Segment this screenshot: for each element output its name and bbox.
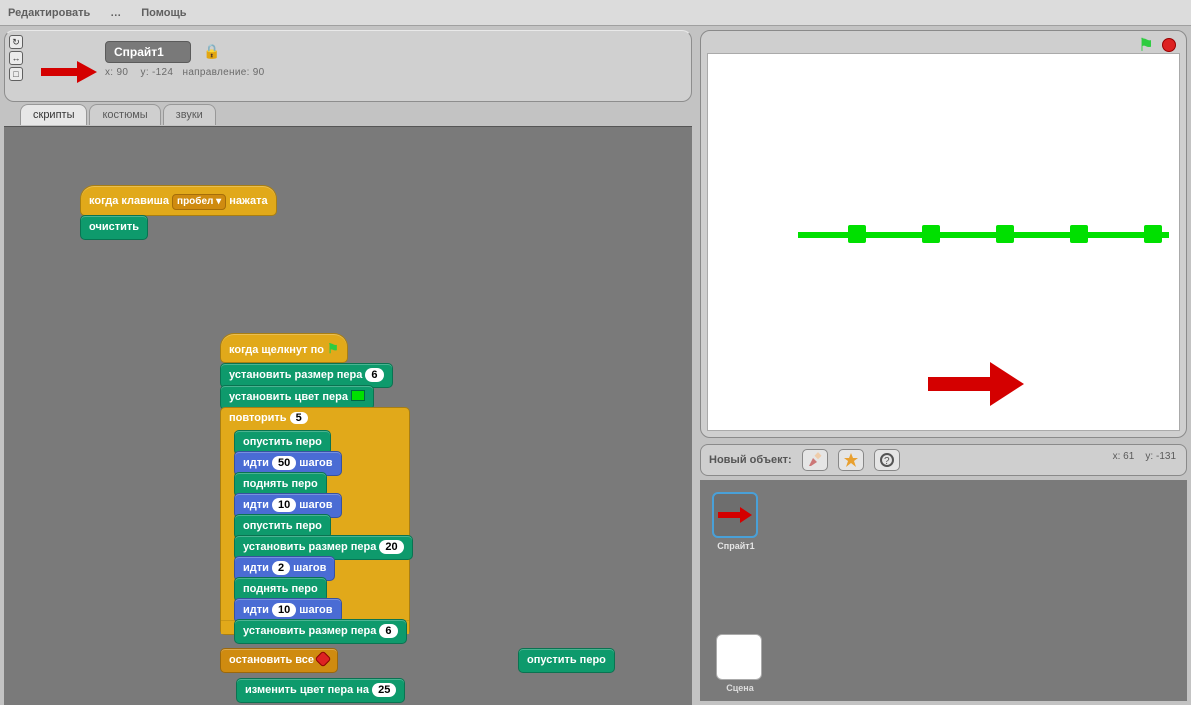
block-hat-keypress[interactable]: когда клавиша пробел ▾ нажата	[80, 185, 277, 216]
key-dropdown[interactable]: пробел ▾	[172, 194, 226, 210]
stop-icon	[315, 651, 332, 668]
choose-sprite-button[interactable]	[838, 449, 864, 471]
tab-sounds[interactable]: звуки	[163, 104, 216, 125]
sprite-thumb-1[interactable]: Спрайт1	[712, 492, 760, 551]
pen-dot	[922, 225, 940, 243]
rotation-none-button[interactable]: □	[9, 67, 23, 81]
stage-sprite-arrow[interactable]	[928, 362, 1024, 409]
menu-item-edit[interactable]: Редактировать	[8, 7, 90, 19]
block-clear[interactable]: очистить	[80, 215, 148, 240]
rotation-full-button[interactable]: ↻	[9, 35, 23, 49]
svg-text:?: ?	[884, 456, 890, 467]
rotation-leftright-button[interactable]: ↔	[9, 51, 23, 65]
stop-button[interactable]	[1162, 38, 1176, 52]
lock-icon[interactable]: 🔒	[203, 43, 220, 60]
sprite-name-input[interactable]	[105, 41, 191, 63]
stage[interactable]	[707, 53, 1180, 431]
block-stop-all[interactable]: остановить все	[220, 648, 338, 673]
paint-new-sprite-button[interactable]	[802, 449, 828, 471]
stage-wrap: ⚑	[700, 30, 1187, 438]
menubar: Редактировать … Помощь	[0, 0, 1191, 26]
random-sprite-button[interactable]: ?	[874, 449, 900, 471]
sprite-header: ↻ ↔ □ 🔒 x: 90 y: -124 направление: 90	[4, 30, 692, 102]
red-arrow-icon	[41, 61, 97, 86]
block-pen-down-orphan[interactable]: опустить перо	[518, 648, 615, 673]
sprite-coords: x: 90 y: -124 направление: 90	[105, 67, 264, 78]
new-object-label: Новый объект:	[709, 454, 792, 466]
green-flag-icon: ⚑	[327, 341, 339, 356]
scene-thumb[interactable]: Сцена	[716, 634, 764, 693]
block-set-pen-size-6b[interactable]: установить размер пера 6	[234, 619, 407, 644]
pen-dot	[848, 225, 866, 243]
sprite-strip: Новый объект: ? x: 61 y: -131	[700, 444, 1187, 476]
scripts-canvas[interactable]: когда клавиша пробел ▾ нажата очистить к…	[4, 126, 692, 705]
color-chip[interactable]	[351, 390, 365, 401]
block-change-pen-color[interactable]: изменить цвет пера на 25	[236, 678, 405, 703]
pen-dot	[1144, 225, 1162, 243]
tab-scripts[interactable]: скрипты	[20, 104, 87, 125]
menu-item-other[interactable]: …	[110, 7, 121, 19]
pen-dot	[996, 225, 1014, 243]
tabs: скрипты костюмы звуки	[20, 104, 696, 125]
menu-item-help[interactable]: Помощь	[141, 7, 186, 19]
mouse-coords: x: 61 y: -131	[1113, 451, 1176, 462]
sprite-area: Спрайт1	[700, 480, 1187, 701]
block-hat-greenflag[interactable]: когда щелкнут по ⚑	[220, 333, 348, 363]
pen-dot	[1070, 225, 1088, 243]
tab-costumes[interactable]: костюмы	[89, 104, 160, 125]
